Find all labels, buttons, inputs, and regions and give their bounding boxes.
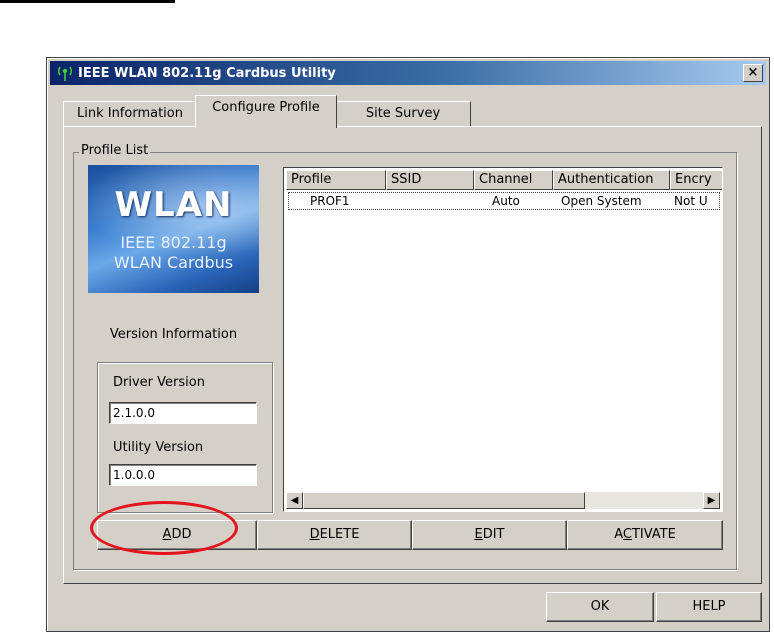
cell-authentication: Open System: [561, 194, 642, 208]
scroll-right-arrow-icon[interactable]: ▶: [703, 492, 720, 509]
tab-link-information[interactable]: Link Information: [63, 101, 197, 126]
logo-standard: IEEE 802.11g: [120, 233, 227, 252]
scroll-left-arrow-icon[interactable]: ◀: [286, 492, 303, 509]
column-header-ssid[interactable]: SSID: [386, 170, 474, 190]
column-header-profile[interactable]: Profile: [286, 170, 386, 190]
antenna-icon: [57, 66, 73, 81]
version-box: Driver Version 2.1.0.0 Utility Version 1…: [97, 362, 273, 513]
close-button[interactable]: ×: [743, 64, 763, 82]
delete-button[interactable]: DELETE: [257, 520, 412, 550]
driver-version-field: 2.1.0.0: [109, 402, 257, 424]
activate-label-post: TIVATE: [631, 527, 676, 542]
ok-button[interactable]: OK: [546, 592, 654, 622]
logo-product: WLAN Cardbus: [113, 253, 234, 272]
profile-list-legend: Profile List: [79, 143, 151, 158]
version-information-heading: Version Information: [109, 327, 238, 342]
utility-version-label: Utility Version: [113, 440, 204, 455]
add-button[interactable]: ADD: [97, 520, 257, 550]
edit-label-post: DIT: [482, 527, 505, 542]
window-title: IEEE WLAN 802.11g Cardbus Utility: [78, 65, 336, 81]
activate-label-pre: A: [614, 527, 623, 542]
cell-channel: Auto: [492, 194, 520, 208]
column-header-authentication[interactable]: Authentication: [553, 170, 670, 190]
driver-version-label: Driver Version: [113, 375, 205, 390]
horizontal-scrollbar[interactable]: ◀ ▶: [286, 492, 720, 509]
utility-version-field: 1.0.0.0: [109, 464, 257, 486]
activate-button[interactable]: ACTIVATE: [567, 520, 723, 550]
list-header: Profile SSID Channel Authentication Encr…: [286, 170, 722, 190]
wlan-logo: WLAN IEEE 802.11g WLAN Cardbus: [88, 165, 259, 293]
title-bar: IEEE WLAN 802.11g Cardbus Utility ×: [50, 61, 766, 85]
delete-label-post: ELETE: [319, 527, 360, 542]
tab-site-survey[interactable]: Site Survey: [335, 101, 471, 126]
table-row[interactable]: PROF1 Auto Open System Not U: [286, 192, 722, 210]
edit-accel-key: E: [474, 527, 483, 542]
edit-button[interactable]: EDIT: [412, 520, 567, 550]
tab-configure-profile[interactable]: Configure Profile: [195, 95, 337, 128]
column-header-encryption[interactable]: Encry: [670, 170, 722, 190]
scroll-thumb[interactable]: [303, 492, 585, 509]
tab-label: Link Information: [76, 106, 183, 121]
column-header-channel[interactable]: Channel: [474, 170, 553, 190]
activate-accel-key: C: [622, 527, 632, 542]
cell-ssid: [386, 192, 474, 210]
tab-label: Configure Profile: [212, 100, 320, 115]
add-label-post: DD: [171, 527, 192, 542]
cell-encryption: Not U: [674, 194, 708, 208]
delete-accel-key: D: [309, 527, 320, 542]
top-rule: [0, 0, 175, 3]
tab-strip: Link Information Configure Profile Site …: [63, 95, 483, 128]
profile-list-view[interactable]: Profile SSID Channel Authentication Encr…: [283, 167, 723, 512]
help-button[interactable]: HELP: [656, 592, 762, 622]
cell-profile: PROF1: [310, 194, 350, 208]
tab-label: Site Survey: [365, 106, 441, 121]
logo-title: WLAN: [114, 185, 233, 225]
